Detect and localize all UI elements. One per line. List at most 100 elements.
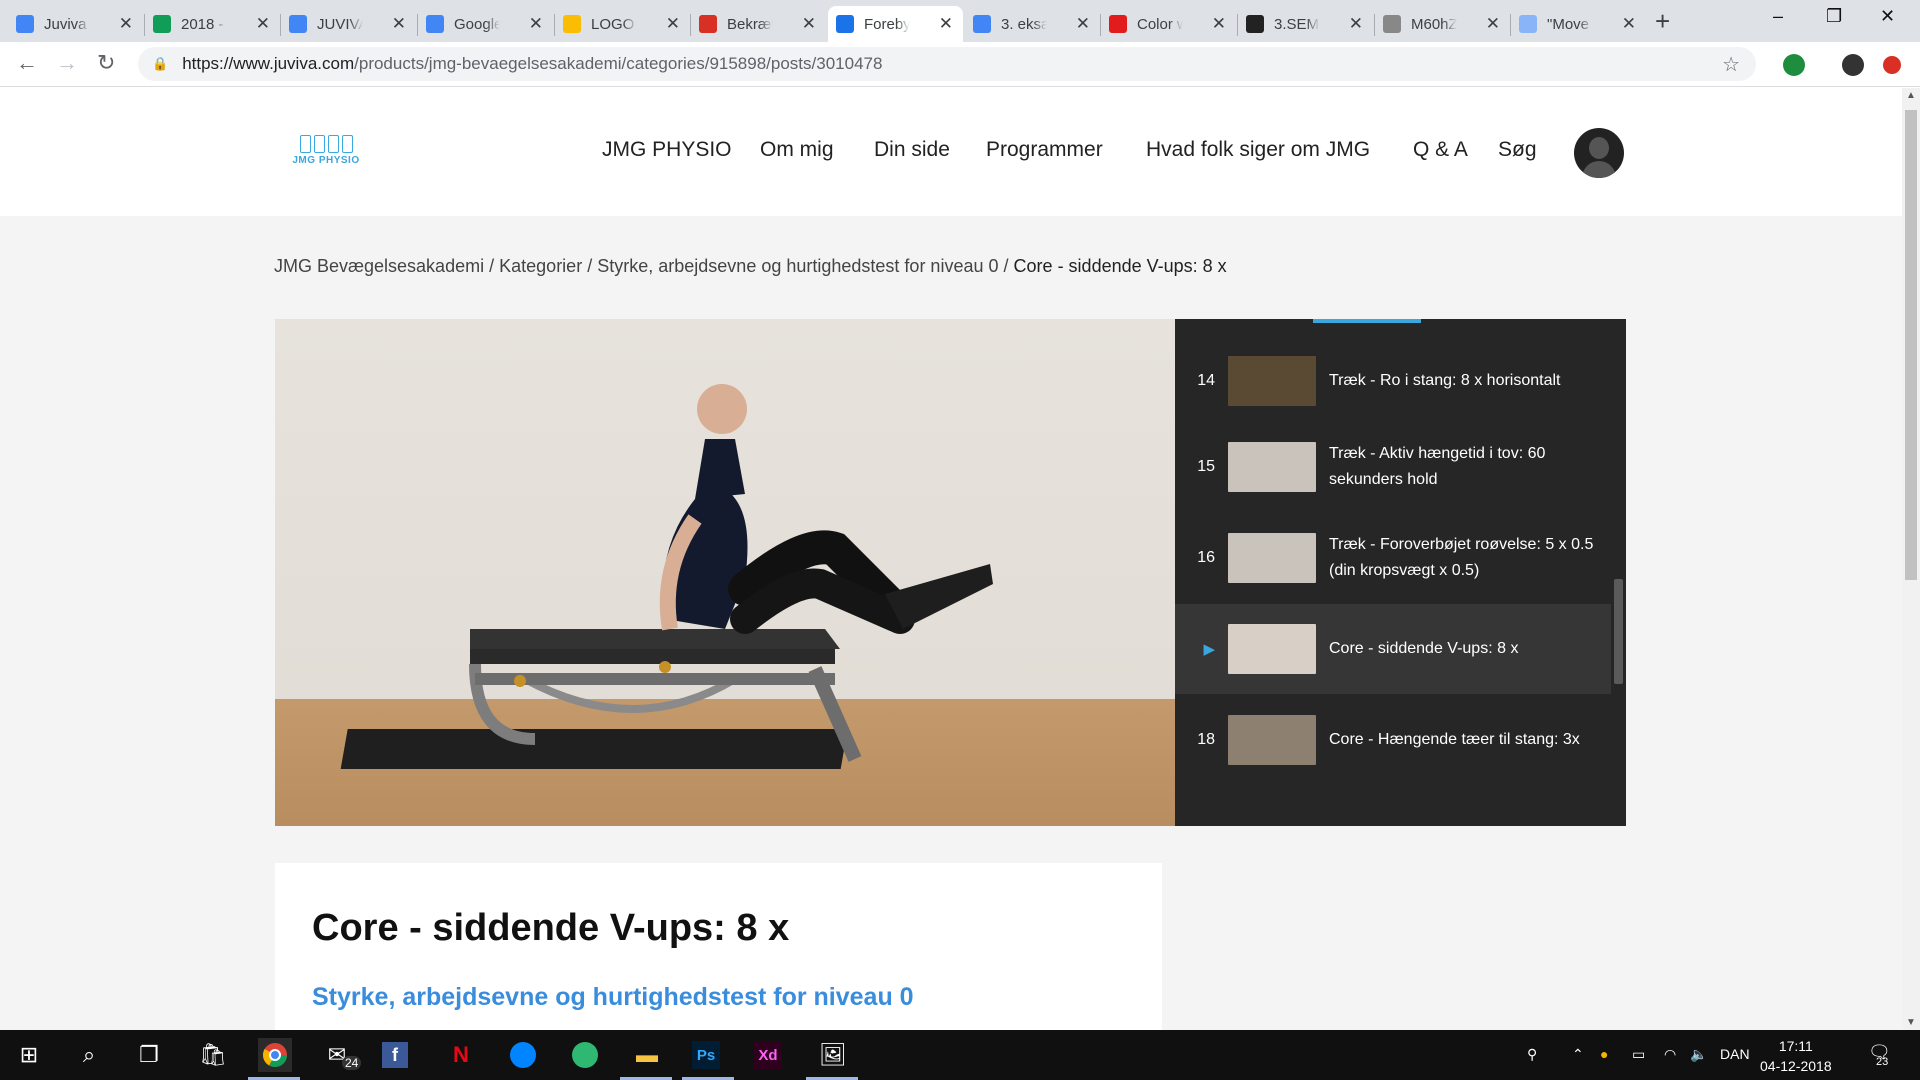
browser-tab[interactable]: Juviva - ✕ (8, 6, 143, 42)
close-tab-icon[interactable]: ✕ (1486, 14, 1500, 34)
close-tab-icon[interactable]: ✕ (939, 14, 953, 34)
bookmark-star-icon[interactable]: ☆ (1722, 52, 1740, 77)
close-tab-icon[interactable]: ✕ (1622, 14, 1636, 34)
chrome-icon[interactable] (258, 1038, 292, 1072)
close-tab-icon[interactable]: ✕ (1212, 14, 1226, 34)
nav-testimonials[interactable]: Hvad folk siger om JMG (1146, 138, 1370, 162)
lesson-playlist: 14 Træk - Ro i stang: 8 x horisontalt 15 Tr… (1175, 319, 1626, 826)
breadcrumb: JMG Bevægelsesakademi / Kategorier / Sty… (274, 256, 1227, 277)
scroll-up-icon[interactable]: ▲ (1906, 90, 1916, 101)
page-scroll-thumb[interactable] (1905, 110, 1917, 580)
address-bar[interactable]: 🔒 https://www.juviva.com/products/jmg-be… (138, 47, 1756, 81)
tab-favicon-icon (1519, 15, 1537, 33)
playlist-item-title: Træk - Aktiv hængetid i tov: 60 sekunder… (1329, 445, 1546, 488)
tab-title: JUVIVA (317, 15, 363, 33)
search-icon[interactable]: ⌕ (72, 1038, 106, 1072)
battery-icon[interactable]: ▭ (1632, 1046, 1645, 1063)
scroll-down-icon[interactable]: ▼ (1906, 1017, 1916, 1028)
browser-tab[interactable]: LOGO - ✕ (555, 6, 690, 42)
task-view-icon[interactable]: ❐ (132, 1038, 166, 1072)
volume-icon[interactable]: 🔈 (1690, 1046, 1707, 1063)
globe-app-icon[interactable] (568, 1038, 602, 1072)
close-tab-icon[interactable]: ✕ (802, 14, 816, 34)
new-tab-button[interactable]: + (1655, 6, 1670, 37)
tab-separator (1510, 14, 1511, 36)
minimize-button[interactable]: – (1773, 6, 1783, 27)
wifi-icon[interactable]: ◠ (1664, 1046, 1676, 1063)
playlist-thumbnail (1228, 624, 1316, 674)
browser-tab[interactable]: Bekræft ✕ (691, 6, 826, 42)
forward-icon[interactable]: → (56, 50, 78, 76)
file-explorer-icon[interactable]: ▬ (630, 1038, 664, 1072)
nav-qa[interactable]: Q & A (1413, 138, 1468, 162)
user-avatar[interactable] (1574, 128, 1624, 178)
browser-tab[interactable]: 3. eksam ✕ (965, 6, 1100, 42)
windows-start-icon[interactable]: ⊞ (12, 1038, 46, 1072)
browser-tab[interactable]: Forebyg ✕ (828, 6, 963, 42)
site-logo[interactable]: JMG PHYSIO (278, 135, 374, 169)
messenger-icon[interactable] (506, 1038, 540, 1072)
close-tab-icon[interactable]: ✕ (1076, 14, 1090, 34)
adobe-xd-icon[interactable]: Xd (754, 1041, 782, 1069)
playlist-item[interactable]: ▶ Core - siddende V-ups: 8 x (1175, 604, 1611, 694)
breadcrumb-link-academy[interactable]: JMG Bevægelsesakademi (274, 256, 484, 276)
norton-icon[interactable]: ● (1600, 1046, 1608, 1062)
photoshop-icon[interactable]: Ps (692, 1041, 720, 1069)
playlist-item[interactable]: 18 Core - Hængende tæer til stang: 3x (1175, 695, 1611, 785)
tab-favicon-icon (699, 15, 717, 33)
photos-icon[interactable]: 🖼 (816, 1038, 850, 1072)
nav-jmg-physio[interactable]: JMG PHYSIO (602, 138, 732, 162)
logo-figures-icon (278, 135, 374, 153)
playlist-scroll-thumb[interactable] (1614, 579, 1623, 684)
video-player[interactable] (275, 319, 1175, 826)
tab-separator (1237, 14, 1238, 36)
system-clock[interactable]: 17:11 04-12-2018 (1760, 1036, 1832, 1076)
browser-tab[interactable]: 2018 - G ✕ (145, 6, 280, 42)
breadcrumb-link-category[interactable]: Styrke, arbejdsevne og hurtighedstest fo… (597, 256, 998, 276)
page-scrollbar[interactable]: ▲ ▼ (1902, 88, 1920, 1030)
close-tab-icon[interactable]: ✕ (256, 14, 270, 34)
nav-programmer[interactable]: Programmer (986, 138, 1103, 162)
nav-om-mig[interactable]: Om mig (760, 138, 834, 162)
extension-green-icon[interactable] (1783, 54, 1805, 76)
close-tab-icon[interactable]: ✕ (392, 14, 406, 34)
playlist-item-number: 15 (1197, 458, 1215, 475)
browser-tab[interactable]: Google ✕ (418, 6, 553, 42)
playlist-item[interactable]: 16 Træk - Foroverbøjet roøvelse: 5 x 0.5 … (1175, 513, 1611, 603)
close-tab-icon[interactable]: ✕ (529, 14, 543, 34)
nav-din-side[interactable]: Din side (874, 138, 950, 162)
close-tab-icon[interactable]: ✕ (119, 14, 133, 34)
tab-favicon-icon (1109, 15, 1127, 33)
close-tab-icon[interactable]: ✕ (1349, 14, 1363, 34)
tray-chevron-icon[interactable]: ⌃ (1572, 1046, 1584, 1063)
close-tab-icon[interactable]: ✕ (666, 14, 680, 34)
nav-search[interactable]: Søg (1498, 138, 1537, 162)
tab-title: 3.SEM-E (1274, 15, 1320, 33)
facebook-icon[interactable]: f (382, 1042, 408, 1068)
close-window-button[interactable]: ✕ (1880, 6, 1895, 27)
windows-taskbar: ⊞ ⌕ ❐ 🛍 ✉ 24 f N ▬ Ps Xd 🖼 ⚲ ⌃ ● ▭ ◠ 🔈 D… (0, 1030, 1920, 1080)
browser-tab[interactable]: 3.SEM-E ✕ (1238, 6, 1373, 42)
playlist-item-title: Core - Hængende tæer til stang: 3x (1329, 731, 1580, 748)
people-icon[interactable]: ⚲ (1527, 1046, 1537, 1063)
maximize-button[interactable]: ❐ (1826, 6, 1842, 27)
netflix-icon[interactable]: N (444, 1038, 478, 1072)
browser-tab[interactable]: Color w ✕ (1101, 6, 1236, 42)
tab-separator (280, 14, 281, 36)
reload-icon[interactable]: ↻ (97, 50, 115, 76)
playlist-item[interactable]: 15 Træk - Aktiv hængetid i tov: 60 sekund… (1175, 422, 1611, 512)
back-icon[interactable]: ← (16, 50, 38, 76)
extension-profile-icon[interactable] (1842, 54, 1864, 76)
playlist-item[interactable]: 14 Træk - Ro i stang: 8 x horisontalt (1175, 336, 1611, 426)
browser-tab[interactable]: M60hZp ✕ (1375, 6, 1510, 42)
language-indicator[interactable]: DAN (1720, 1046, 1750, 1062)
tab-favicon-icon (1383, 15, 1401, 33)
browser-tab[interactable]: JUVIVA ✕ (281, 6, 416, 42)
post-category-link[interactable]: Styrke, arbejdsevne og hurtighedstest fo… (312, 983, 914, 1012)
store-icon[interactable]: 🛍 (196, 1038, 230, 1072)
extension-red-icon[interactable] (1883, 56, 1901, 74)
breadcrumb-link-categories[interactable]: Kategorier (499, 256, 582, 276)
playlist-scrollbar[interactable] (1611, 319, 1626, 826)
browser-tab[interactable]: "Move b ✕ (1511, 6, 1646, 42)
breadcrumb-separator: / (1003, 256, 1009, 276)
